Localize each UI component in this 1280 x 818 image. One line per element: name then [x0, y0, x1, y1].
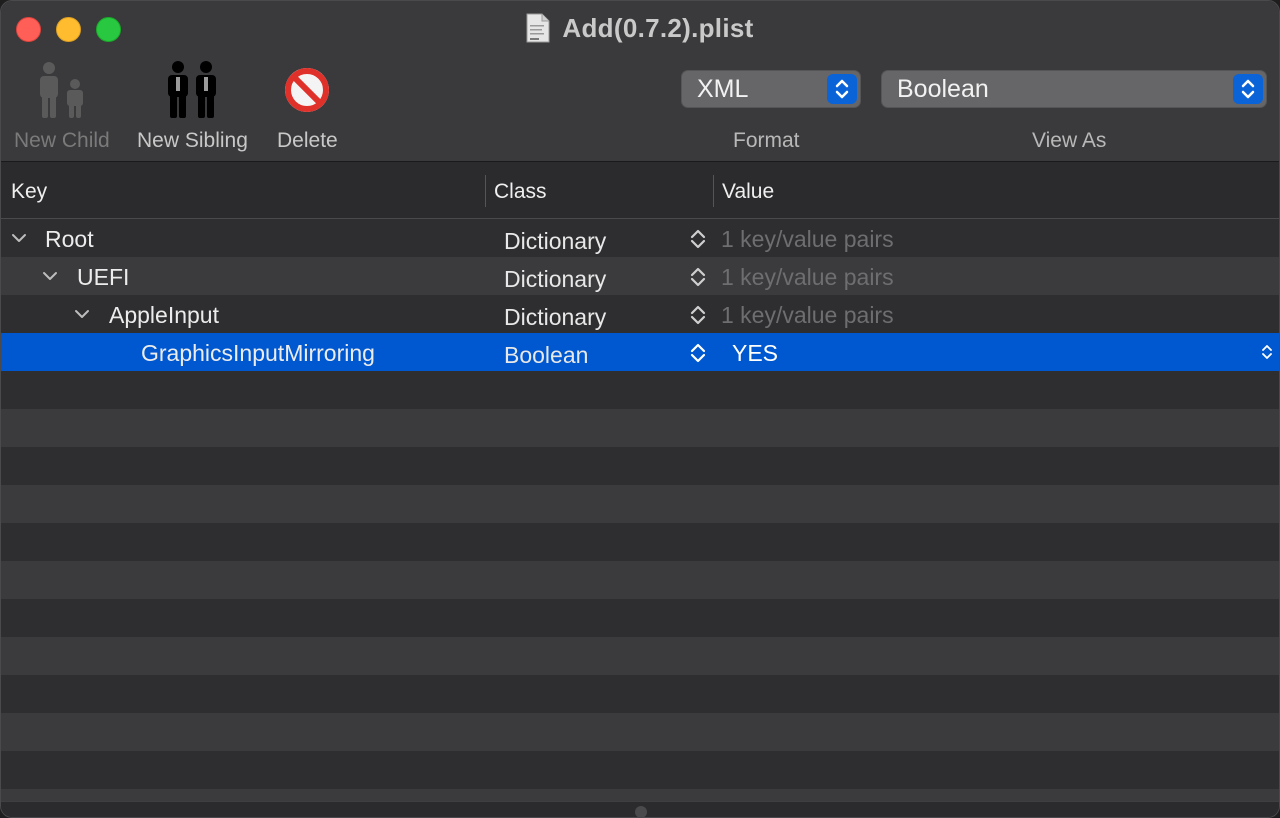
row-key[interactable]: AppleInput	[109, 302, 219, 329]
column-divider[interactable]	[713, 175, 714, 207]
format-popup[interactable]: XML	[681, 70, 861, 108]
class-stepper-icon[interactable]	[689, 265, 707, 289]
value-popup-chevron-icon[interactable]	[1261, 343, 1273, 361]
window-toolbar: Add(0.7.2).plist New Child New Sibling D…	[1, 1, 1279, 162]
new-child-icon	[35, 59, 89, 121]
empty-row	[1, 637, 1279, 675]
class-stepper-icon[interactable]	[689, 341, 707, 365]
empty-row	[1, 675, 1279, 713]
row-class[interactable]: Boolean	[504, 342, 588, 369]
empty-row	[1, 751, 1279, 789]
empty-row	[1, 447, 1279, 485]
row-class[interactable]: Dictionary	[504, 304, 606, 331]
window-bottom-bar	[1, 801, 1279, 817]
class-stepper-icon[interactable]	[689, 303, 707, 327]
title-bar: Add(0.7.2).plist	[1, 11, 1279, 45]
table-header: Key Class Value	[1, 163, 1279, 219]
delete-label: Delete	[277, 129, 338, 152]
new-sibling-label: New Sibling	[137, 129, 248, 152]
disclosure-chevron-down-icon[interactable]	[74, 306, 90, 322]
row-value: 1 key/value pairs	[721, 264, 894, 290]
empty-row	[1, 561, 1279, 599]
column-header-key[interactable]: Key	[11, 180, 47, 204]
up-down-chevron-icon	[1233, 74, 1263, 104]
row-key[interactable]: GraphicsInputMirroring	[141, 340, 375, 367]
empty-row	[1, 713, 1279, 751]
empty-row	[1, 599, 1279, 637]
disclosure-chevron-down-icon[interactable]	[11, 230, 27, 246]
disclosure-chevron-down-icon[interactable]	[42, 268, 58, 284]
table-row-selected[interactable]: GraphicsInputMirroring Boolean YES	[1, 333, 1279, 371]
table-row[interactable]: Root Dictionary 1 key/value pairs	[1, 219, 1279, 257]
empty-row	[1, 409, 1279, 447]
empty-row	[1, 523, 1279, 561]
delete-button[interactable]: Delete	[277, 59, 338, 153]
row-value: 1 key/value pairs	[721, 226, 894, 252]
class-stepper-icon[interactable]	[689, 227, 707, 251]
row-class[interactable]: Dictionary	[504, 228, 606, 255]
up-down-chevron-icon	[827, 74, 857, 104]
row-value: 1 key/value pairs	[721, 302, 894, 328]
column-header-value[interactable]: Value	[722, 180, 774, 204]
row-key[interactable]: UEFI	[77, 264, 129, 291]
format-value: XML	[697, 74, 749, 103]
table-row[interactable]: AppleInput Dictionary 1 key/value pairs	[1, 295, 1279, 333]
column-divider[interactable]	[485, 175, 486, 207]
plist-outline-table: Key Class Value Root Dictionary 1 key/va…	[1, 163, 1279, 817]
plist-document-icon	[526, 13, 550, 43]
view-as-value: Boolean	[897, 74, 989, 103]
new-sibling-button[interactable]: New Sibling	[137, 59, 248, 153]
new-child-button[interactable]: New Child	[14, 59, 110, 153]
row-key[interactable]: Root	[45, 226, 94, 253]
delete-icon	[282, 59, 332, 121]
table-rows: Root Dictionary 1 key/value pairs UEFI D…	[1, 219, 1279, 817]
view-as-label: View As	[1032, 129, 1107, 152]
resize-handle[interactable]	[635, 806, 647, 817]
table-row[interactable]: UEFI Dictionary 1 key/value pairs	[1, 257, 1279, 295]
empty-row	[1, 485, 1279, 523]
view-as-popup[interactable]: Boolean	[881, 70, 1267, 108]
format-label: Format	[733, 129, 800, 152]
plist-editor-window: Add(0.7.2).plist New Child New Sibling D…	[0, 0, 1280, 818]
row-value[interactable]: YES	[732, 340, 778, 367]
row-class[interactable]: Dictionary	[504, 266, 606, 293]
new-child-label: New Child	[14, 129, 110, 152]
column-header-class[interactable]: Class	[494, 180, 547, 204]
window-title: Add(0.7.2).plist	[562, 12, 754, 43]
empty-row	[1, 371, 1279, 409]
new-sibling-icon	[163, 59, 221, 121]
